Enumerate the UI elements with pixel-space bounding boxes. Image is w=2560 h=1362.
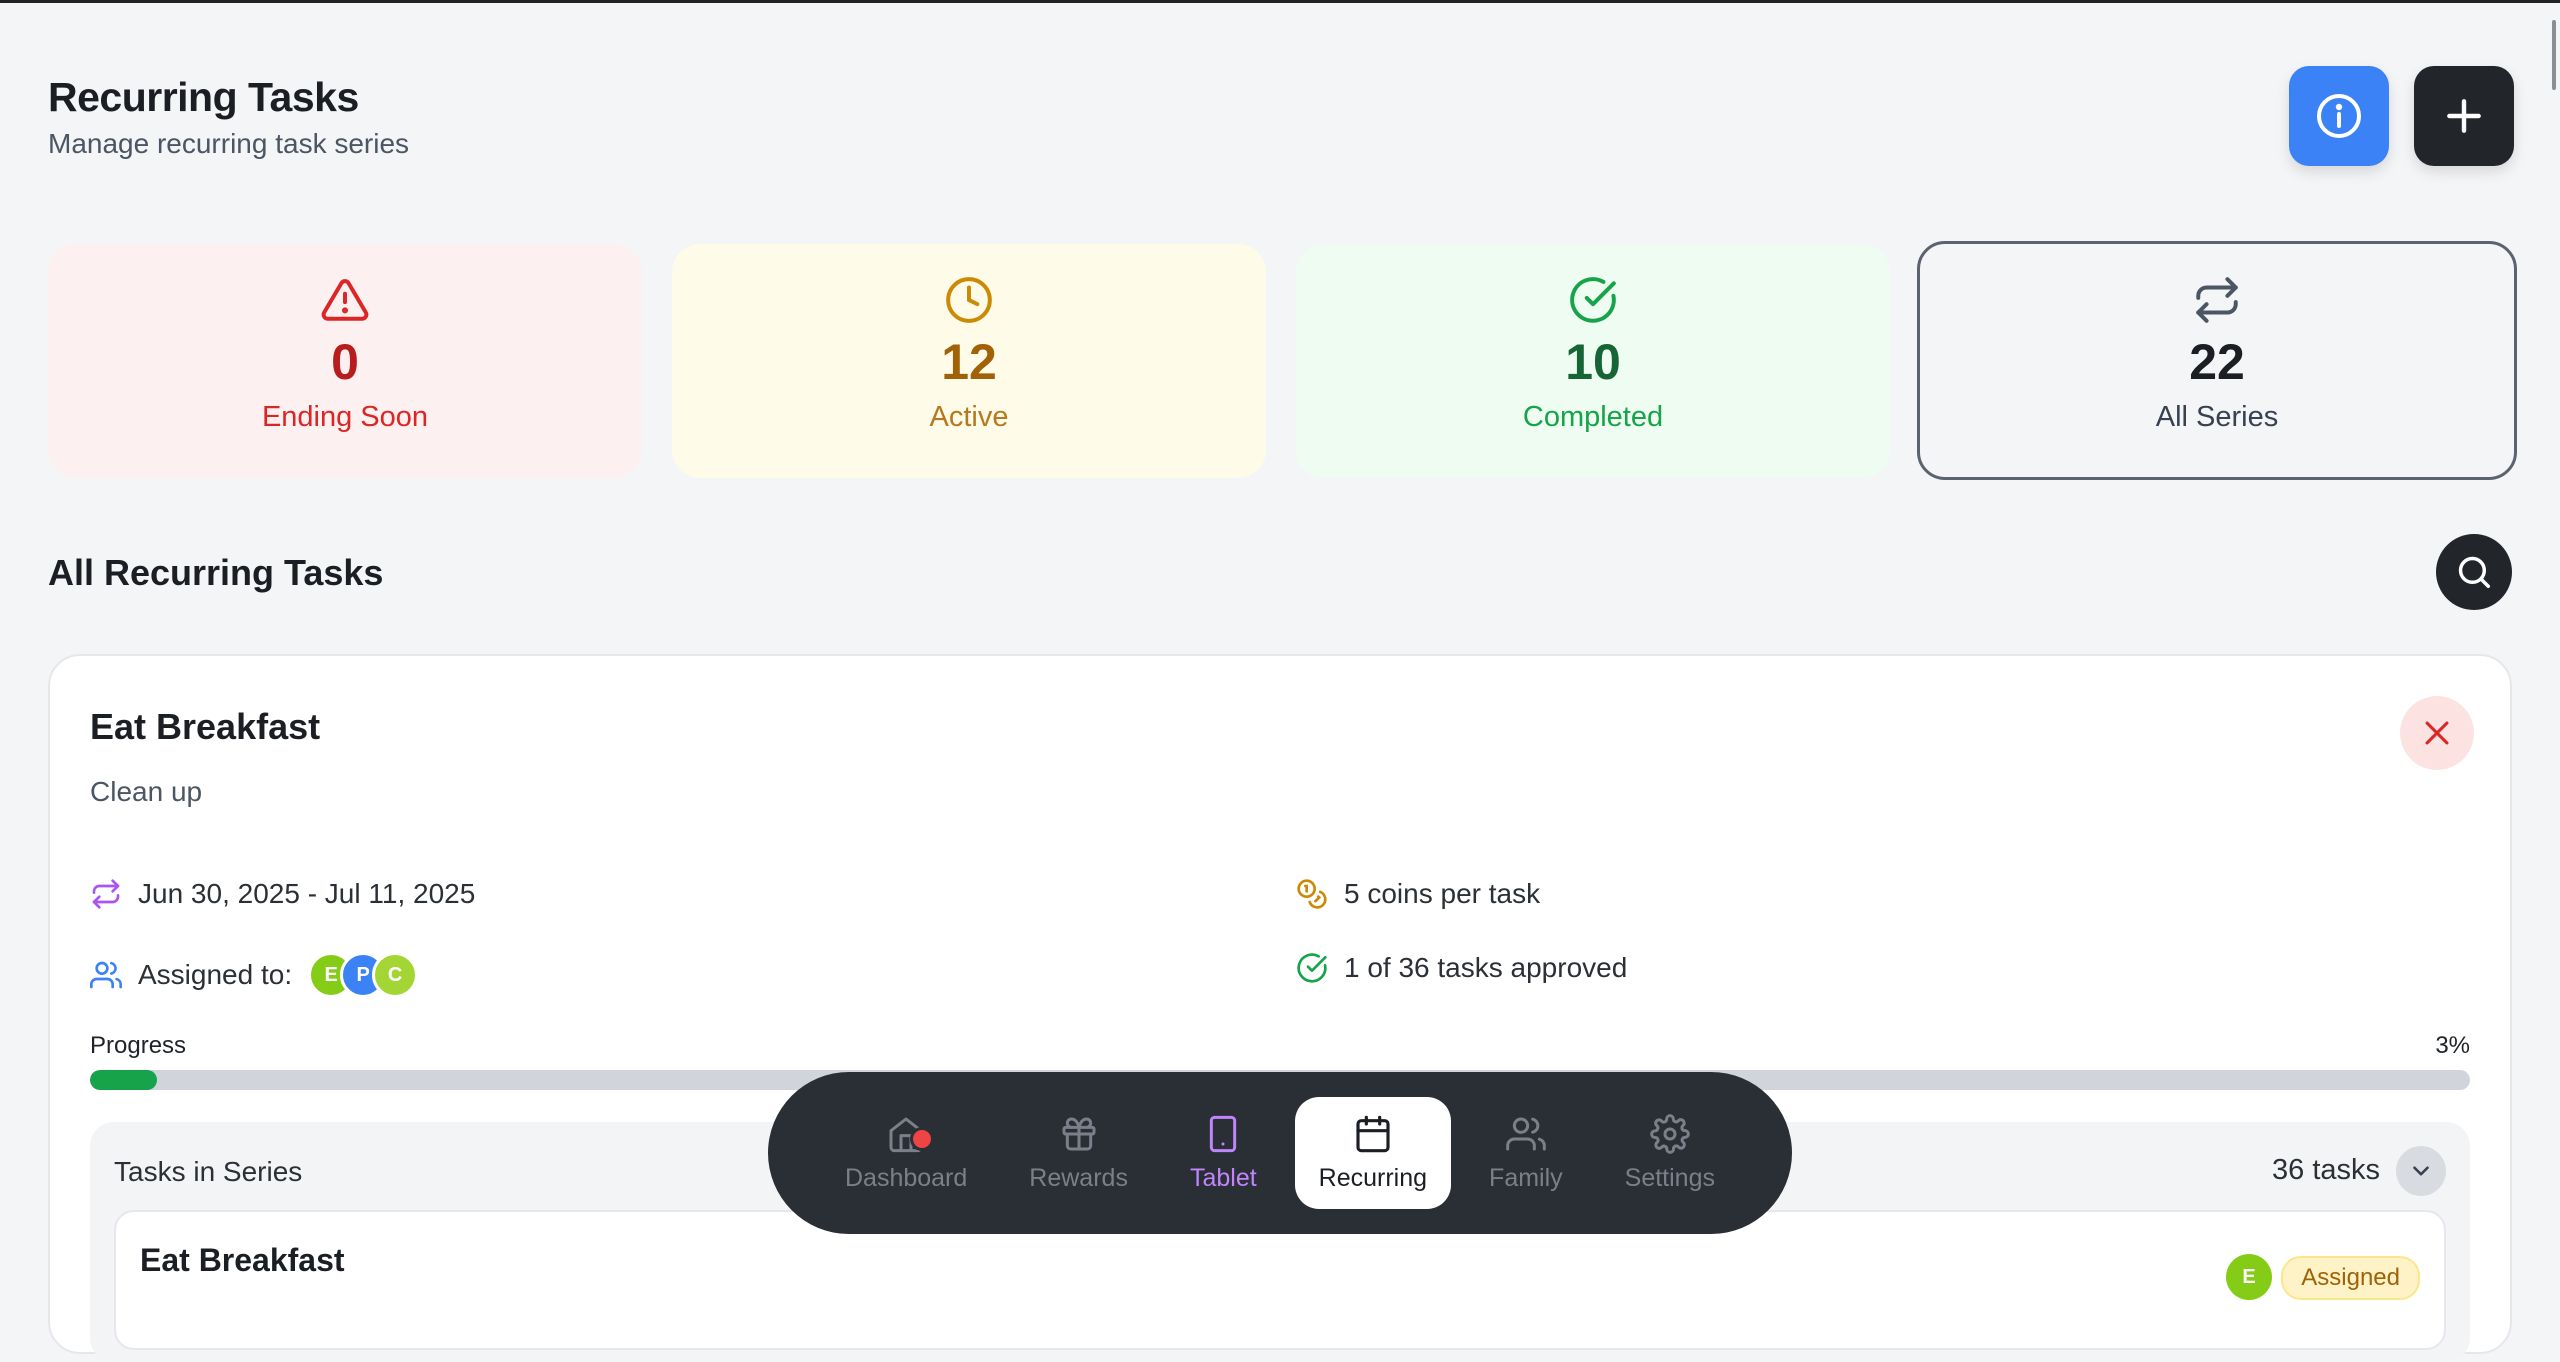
avatar: E [2226,1254,2272,1300]
stat-value: 10 [1565,334,1621,390]
stat-value: 0 [331,334,359,390]
section-title: All Recurring Tasks [48,552,384,593]
stat-card-active[interactable]: 12 Active [672,244,1266,478]
repeat-icon [92,879,120,909]
date-range-row: Jun 30, 2025 - Jul 11, 2025 [90,878,475,910]
tasks-approved: 1 of 36 tasks approved [1344,952,1628,983]
page-subtitle: Manage recurring task series [48,128,410,159]
chevron-down-icon [2413,1166,2429,1176]
expand-series-button[interactable] [2396,1146,2446,1196]
nav-item-family[interactable]: Family [1465,1097,1587,1209]
search-button[interactable] [2436,534,2512,610]
series-title: Tasks in Series [114,1156,303,1187]
stat-label: Ending Soon [261,401,429,433]
assigned-row: Assigned to: E P C [90,952,419,998]
notification-dot [910,1127,935,1151]
nav-label: Settings [1624,1163,1715,1192]
nav-label: Dashboard [844,1163,968,1192]
check-circle-icon [1297,953,1327,983]
stat-card-completed[interactable]: 10 Completed [1296,244,1890,478]
top-border [0,0,2560,3]
calendar-icon [1356,1115,1390,1152]
coins-per-task: 5 coins per task [1344,878,1541,909]
series-count: 36 tasks [2272,1154,2380,1186]
progress-fill [90,1070,157,1090]
nav-item-settings[interactable]: Settings [1601,1097,1739,1209]
avatar: C [372,952,419,998]
nav-item-tablet[interactable]: Tablet [1166,1097,1281,1209]
info-icon [2317,94,2361,138]
delete-series-button[interactable] [2400,696,2474,770]
approved-row: 1 of 36 tasks approved [1296,952,1627,984]
alert-triangle-icon [321,279,369,321]
stat-card-all-series[interactable]: 22 All Series [1917,241,2517,480]
check-circle-icon [1570,277,1616,323]
stat-value: 22 [2189,334,2245,390]
stat-label: Completed [1522,401,1664,433]
stat-label: Active [929,401,1009,433]
recurring-task-card: Eat Breakfast Clean up Jun 30, 2025 - Ju… [48,654,2512,1362]
task-description: Clean up [90,776,203,807]
users-icon [1506,1117,1546,1150]
clock-icon [946,277,992,323]
scrollbar[interactable] [2552,20,2556,90]
add-series-button[interactable] [2414,66,2514,166]
close-icon [2425,721,2449,745]
users-icon [90,961,122,989]
date-range: Jun 30, 2025 - Jul 11, 2025 [138,878,476,909]
nav-label: Rewards [1029,1163,1128,1192]
plus-icon [2447,99,2481,133]
task-title: Eat Breakfast [90,706,321,747]
stat-card-ending-soon[interactable]: 0 Ending Soon [48,244,642,478]
assignee-avatars: E P C [308,952,419,998]
gift-icon [1062,1117,1096,1150]
page-title: Recurring Tasks [48,74,359,120]
nav-label: Recurring [1318,1163,1428,1192]
series-task-title: Eat Breakfast [140,1242,345,1278]
nav-label: Family [1489,1163,1563,1192]
nav-item-recurring[interactable]: Recurring [1294,1097,1452,1209]
status-badge: Assigned [2281,1256,2420,1300]
tablet-icon [1210,1115,1237,1152]
search-icon [2458,556,2490,588]
assigned-label: Assigned to: [138,959,293,990]
gear-icon [1650,1113,1690,1154]
progress-percent: 3% [2435,1032,2470,1059]
coins-row: 5 coins per task [1296,878,1540,910]
repeat-icon [2196,277,2238,323]
stat-label: All Series [2155,401,2279,433]
coins-icon [1297,879,1327,909]
nav-label: Tablet [1189,1163,1257,1192]
stat-value: 12 [941,334,997,390]
progress-label: Progress [90,1032,187,1059]
bottom-nav: Dashboard Rewards Tablet Recurring Famil… [768,1072,1792,1234]
info-button[interactable] [2289,66,2389,166]
nav-item-dashboard[interactable]: Dashboard [821,1097,991,1209]
nav-item-rewards[interactable]: Rewards [1005,1097,1152,1209]
